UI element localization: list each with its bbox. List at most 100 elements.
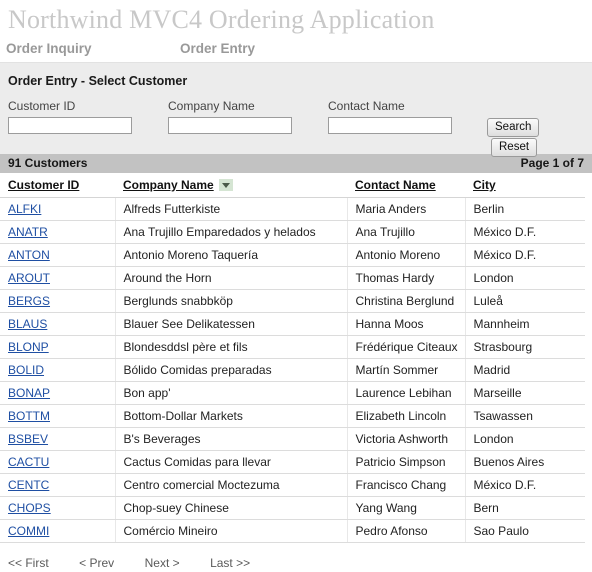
column-header-label[interactable]: Contact Name [355, 178, 436, 192]
chevron-down-icon[interactable] [218, 179, 233, 191]
column-header-label[interactable]: Customer ID [8, 178, 79, 192]
field-customer-id: Customer ID [8, 98, 132, 134]
column-header-label[interactable]: Company Name [123, 178, 214, 192]
label-company-name: Company Name [168, 99, 255, 113]
cell-customer-id: CENTC [0, 473, 116, 497]
table-row: BLAUS Blauer See Delikatessen Hanna Moos Ma… [0, 312, 585, 336]
search-button[interactable]: Search [487, 118, 540, 137]
cell-customer-id: ANTON [0, 243, 116, 267]
cell-city: Berlin [465, 197, 585, 221]
search-input-company-name[interactable] [168, 117, 292, 134]
customer-id-link[interactable]: ALFKI [8, 202, 41, 216]
table-row: BSBEV B's Beverages Victoria Ashworth Londo… [0, 427, 585, 451]
cell-company-name: Bottom-Dollar Markets [115, 404, 348, 428]
customer-id-link[interactable]: BLAUS [8, 317, 47, 331]
cell-customer-id: ALFKI [0, 197, 116, 221]
cell-contact-name: Ana Trujillo [347, 220, 466, 244]
customer-id-link[interactable]: CHOPS [8, 501, 51, 515]
section-title: Order Entry - Select Customer [8, 74, 188, 88]
cell-company-name: B's Beverages [115, 427, 348, 451]
cell-customer-id: CHOPS [0, 496, 116, 520]
table-row: BERGS Berglunds snabbköp Christina Berglun… [0, 289, 585, 313]
pagination-next[interactable]: Next > [145, 556, 180, 570]
cell-city: Luleå [465, 289, 585, 313]
cell-contact-name: Elizabeth Lincoln [347, 404, 466, 428]
cell-contact-name: Francisco Chang [347, 473, 466, 497]
customer-id-link[interactable]: ANTON [8, 248, 50, 262]
cell-customer-id: ANATR [0, 220, 116, 244]
table-row: CENTC Centro comercial Moctezuma Francisco… [0, 473, 585, 497]
cell-company-name: Ana Trujillo Emparedados y helados [115, 220, 348, 244]
pagination-last[interactable]: Last >> [210, 556, 250, 570]
customer-id-link[interactable]: BLONP [8, 340, 49, 354]
customer-id-link[interactable]: CENTC [8, 478, 49, 492]
cell-customer-id: BOLID [0, 358, 116, 382]
cell-company-name: Bon app' [115, 381, 348, 405]
customer-id-link[interactable]: BSBEV [8, 432, 48, 446]
search-input-contact-name[interactable] [328, 117, 452, 134]
customer-id-link[interactable]: BOTTM [8, 409, 50, 423]
nav-item-order-inquiry[interactable]: Order Inquiry [6, 41, 92, 56]
cell-city: London [465, 427, 585, 451]
cell-contact-name: Patricio Simpson [347, 450, 466, 474]
customer-id-link[interactable]: BOLID [8, 363, 44, 377]
table-row: BOTTM Bottom-Dollar Markets Elizabeth Linc… [0, 404, 585, 428]
cell-city: Bern [465, 496, 585, 520]
customer-search-form: Customer ID Company Name Contact Name Se… [0, 98, 592, 157]
reset-button[interactable]: Reset [491, 138, 538, 157]
cell-contact-name: Thomas Hardy [347, 266, 466, 290]
cell-contact-name: Yang Wang [347, 496, 466, 520]
cell-city: México D.F. [465, 243, 585, 267]
cell-company-name: Chop-suey Chinese [115, 496, 348, 520]
cell-city: México D.F. [465, 220, 585, 244]
form-button-group: Search Reset [487, 117, 592, 157]
column-header-label[interactable]: City [473, 178, 496, 192]
table-row: BONAP Bon app' Laurence Lebihan Marseille [0, 381, 585, 405]
nav-item-order-entry[interactable]: Order Entry [180, 41, 255, 56]
cell-company-name: Alfreds Futterkiste [115, 197, 348, 221]
label-customer-id: Customer ID [8, 99, 76, 113]
cell-customer-id: CACTU [0, 450, 116, 474]
cell-company-name: Blondesddsl père et fils [115, 335, 348, 359]
table-body: ALFKI Alfreds Futterkiste Maria Anders Berl… [0, 197, 585, 543]
cell-company-name: Bólido Comidas preparadas [115, 358, 348, 382]
cell-city: Mannheim [465, 312, 585, 336]
table-row: ANTON Antonio Moreno Taquería Antonio More… [0, 243, 585, 267]
cell-city: México D.F. [465, 473, 585, 497]
cell-contact-name: Christina Berglund [347, 289, 466, 313]
page-title: Northwind MVC4 Ordering Application [8, 5, 435, 34]
cell-company-name: Around the Horn [115, 266, 348, 290]
column-header-contact-name[interactable]: Contact Name [347, 173, 465, 198]
cell-city: Madrid [465, 358, 585, 382]
cell-contact-name: Laurence Lebihan [347, 381, 466, 405]
pagination-first[interactable]: << First [8, 556, 49, 570]
cell-city: Buenos Aires [465, 450, 585, 474]
column-header-customer-id[interactable]: Customer ID [0, 173, 115, 198]
customer-id-link[interactable]: ANATR [8, 225, 48, 239]
cell-customer-id: BOTTM [0, 404, 116, 428]
table-row: AROUT Around the Horn Thomas Hardy London [0, 266, 585, 290]
field-contact-name: Contact Name [328, 98, 452, 134]
cell-city: Sao Paulo [465, 519, 585, 543]
cell-company-name: Cactus Comidas para llevar [115, 450, 348, 474]
cell-city: Tsawassen [465, 404, 585, 428]
cell-contact-name: Pedro Afonso [347, 519, 466, 543]
customer-id-link[interactable]: COMMI [8, 524, 49, 538]
masthead: Northwind MVC4 Ordering Application [0, 0, 592, 36]
customer-id-link[interactable]: BONAP [8, 386, 50, 400]
search-input-customer-id[interactable] [8, 117, 132, 134]
cell-customer-id: BLAUS [0, 312, 116, 336]
cell-customer-id: COMMI [0, 519, 116, 543]
table-row: ANATR Ana Trujillo Emparedados y helados A… [0, 220, 585, 244]
column-header-company-name[interactable]: Company Name [115, 173, 347, 198]
table-row: BLONP Blondesddsl père et fils Frédérique … [0, 335, 585, 359]
pagination-prev[interactable]: < Prev [79, 556, 114, 570]
customer-id-link[interactable]: AROUT [8, 271, 50, 285]
cell-company-name: Comércio Mineiro [115, 519, 348, 543]
customer-id-link[interactable]: CACTU [8, 455, 49, 469]
table-row: CHOPS Chop-suey Chinese Yang Wang Bern [0, 496, 585, 520]
table-row: CACTU Cactus Comidas para llevar Patricio … [0, 450, 585, 474]
customer-id-link[interactable]: BERGS [8, 294, 50, 308]
column-header-city[interactable]: City [465, 173, 585, 198]
table-row: BOLID Bólido Comidas preparadas Martín Som… [0, 358, 585, 382]
